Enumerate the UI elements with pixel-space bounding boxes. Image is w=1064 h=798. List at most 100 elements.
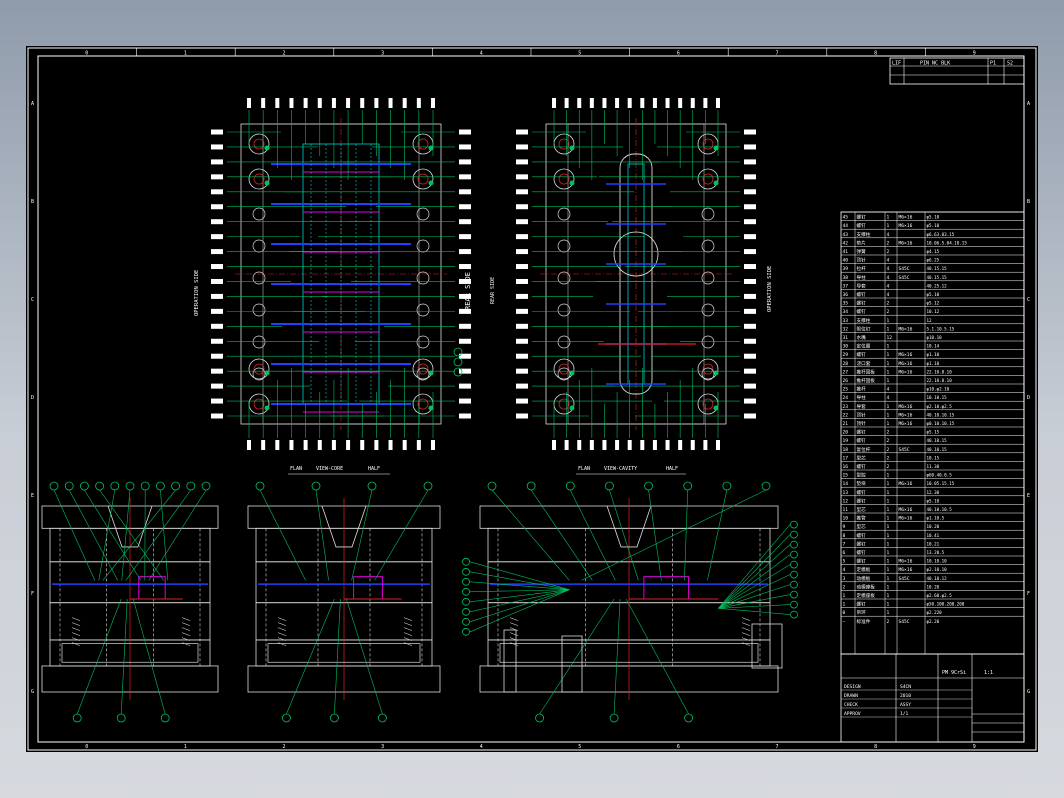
dot-mark: [569, 405, 575, 411]
leader-line: [160, 489, 169, 581]
bom-cell: M6×16: [899, 352, 913, 358]
spring-coil: [277, 627, 287, 631]
bom-cell: 11: [843, 507, 849, 513]
guide-pin: [253, 138, 265, 150]
label-box: [516, 413, 528, 419]
bom-cell: 10.05.15.15: [927, 481, 955, 486]
label-box: [211, 368, 223, 374]
label-box: [744, 129, 756, 135]
leader-line: [120, 598, 128, 715]
bom-cell: 10.15: [927, 455, 940, 460]
section-view-side: [41, 481, 219, 723]
bom-cell: 3: [843, 576, 846, 582]
label-box: [627, 98, 632, 108]
guide-bush: [697, 168, 719, 190]
footer-row-label: DESIGN: [844, 684, 861, 690]
bom-cell: S45C: [899, 275, 910, 281]
bom-cell: 复位杆: [857, 446, 871, 453]
bom-cell: 11.30: [927, 464, 940, 469]
bom-cell: M6×16: [899, 559, 913, 565]
bom-cell: φ1.10: [927, 361, 940, 366]
bom-cell: 21: [843, 421, 849, 427]
bom-cell: 2: [887, 430, 890, 436]
bom-cell: 1: [887, 223, 890, 229]
bom-cell: 19: [843, 438, 849, 444]
bom-cell: 顶针: [857, 257, 867, 264]
bom-cell: 标准件: [857, 618, 871, 625]
border-tick-right: C: [1027, 297, 1030, 303]
bom-cell: 垫块: [857, 480, 867, 487]
bom-cell: 4: [887, 292, 890, 298]
material-label: PM 9CrSi: [942, 670, 966, 676]
label-box: [716, 98, 720, 108]
top-title-block: LIF PIN NC BLK P1 S2: [889, 57, 1025, 85]
bom-cell: 1: [887, 533, 890, 539]
border-tick-bottom: 5: [578, 744, 581, 750]
spring-coil: [277, 617, 287, 621]
balloon: [526, 481, 536, 491]
bom-cell: M6×16: [899, 361, 913, 367]
label-box: [211, 189, 223, 195]
leader-line: [684, 489, 689, 581]
bom-cell: 40.10.10.5: [927, 507, 953, 512]
bom-cell: 1: [887, 602, 890, 608]
bom-cell: M6×16: [899, 516, 913, 522]
bom-cell: φ10.φ2.10: [927, 387, 950, 392]
label-box: [703, 98, 708, 108]
bom-cell: 1: [887, 498, 890, 504]
bom-cell: 1: [887, 610, 890, 616]
bom-cell: 33: [843, 318, 849, 324]
bom-cell: φ10.10: [927, 335, 943, 340]
bom-cell: 38: [843, 275, 849, 281]
label-box: [552, 98, 556, 108]
bom-cell: 水嘴: [857, 334, 867, 341]
bom-cell: S45C: [899, 447, 910, 453]
slider-block: [353, 576, 383, 600]
footer-row-value: S4CN: [900, 684, 911, 690]
leader-line: [648, 489, 662, 581]
label-box: [744, 383, 756, 389]
label-box: [516, 278, 528, 284]
bom-cell: 12.30: [927, 490, 940, 495]
bom-cell: 6: [843, 550, 846, 556]
bom-cell: φ5.10: [927, 498, 940, 503]
spring-coil: [509, 622, 519, 626]
border-tick-left: D: [31, 395, 34, 401]
balloon: [462, 597, 470, 606]
bom-cell: φ60.40.0.5: [927, 473, 953, 478]
label-box: [744, 293, 756, 299]
label-box: [665, 440, 670, 450]
bom-cell: 1: [887, 524, 890, 530]
spring-coil: [741, 632, 751, 636]
leader-line: [718, 574, 791, 609]
balloon: [790, 610, 798, 619]
label-box: [690, 98, 695, 108]
bom-cell: 1: [887, 215, 890, 221]
bom-cell: 27: [843, 369, 849, 375]
bom-cell: 推杆固板: [857, 368, 876, 375]
bom-cell: 1: [887, 550, 890, 556]
border-tick-bottom: 4: [480, 744, 483, 750]
bom-cell: 39: [843, 266, 849, 272]
guide-bush: [697, 358, 719, 380]
label-box: [211, 129, 223, 135]
balloon: [80, 481, 89, 491]
label-box: [211, 383, 223, 389]
bom-cell: M6×16: [899, 412, 913, 418]
label-box: [360, 98, 365, 108]
leader-line: [374, 489, 429, 581]
label-box: [211, 338, 223, 344]
bom-cell: φ6.63.03.15: [927, 232, 955, 237]
bom-cell: 定位圈: [857, 343, 871, 350]
bom-cell: 8: [843, 533, 846, 539]
balloon: [110, 481, 120, 491]
border-tick-top: 4: [480, 51, 483, 57]
bom-cell: 4: [887, 387, 890, 393]
bom-cell: 1: [887, 378, 890, 384]
leader-line: [469, 589, 570, 613]
balloon: [155, 481, 165, 491]
border-tick-left: G: [31, 689, 34, 695]
border-tick-bottom: 0: [85, 744, 88, 750]
leader-line: [707, 489, 728, 581]
leader-line: [539, 598, 615, 715]
